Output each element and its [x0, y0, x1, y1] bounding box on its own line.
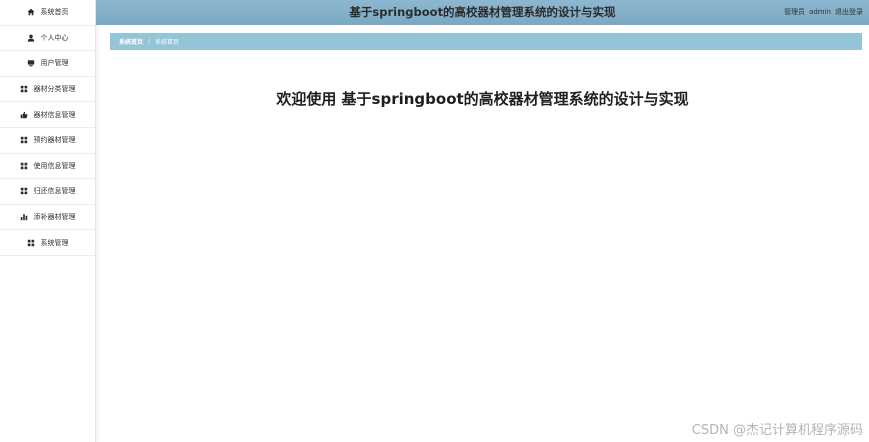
sidebar-item-equipment-info[interactable]: 器材信息管理: [0, 102, 95, 128]
grid-icon: [20, 136, 29, 145]
home-icon: [27, 8, 36, 17]
sidebar-item-home[interactable]: 系统首页: [0, 0, 95, 26]
welcome-heading: 欢迎使用 基于springboot的高校器材管理系统的设计与实现: [276, 90, 689, 108]
breadcrumb-home-link[interactable]: 系统首页: [119, 37, 143, 46]
thumbs-up-icon: [20, 110, 29, 119]
sidebar-item-equipment-category[interactable]: 器材分类管理: [0, 77, 95, 103]
sidebar-item-label: 预约器材管理: [33, 136, 76, 145]
username: admin: [809, 8, 831, 16]
grid-icon: [27, 238, 36, 247]
sidebar: 系统首页 个人中心 用户管理 器材分类管理 器材信息管理 预约器材管理 使用信息…: [0, 0, 96, 442]
bar-chart-icon: [20, 213, 29, 222]
grid-icon: [20, 187, 29, 196]
user-icon: [27, 33, 36, 42]
sidebar-item-label: 添补器材管理: [33, 213, 76, 222]
sidebar-item-label: 个人中心: [40, 33, 69, 42]
sidebar-item-label: 器材分类管理: [33, 85, 76, 94]
sidebar-item-usage[interactable]: 使用信息管理: [0, 154, 95, 180]
app-root: 系统首页 个人中心 用户管理 器材分类管理 器材信息管理 预约器材管理 使用信息…: [0, 0, 869, 442]
monitor-icon: [27, 59, 36, 68]
sidebar-item-label: 系统管理: [40, 238, 69, 247]
logout-link[interactable]: 退出登录: [835, 8, 863, 16]
sidebar-item-label: 使用信息管理: [33, 161, 76, 170]
sidebar-item-users[interactable]: 用户管理: [0, 51, 95, 77]
sidebar-item-replenish[interactable]: 添补器材管理: [0, 205, 95, 231]
breadcrumb-separator: /: [148, 38, 151, 45]
sidebar-item-label: 系统首页: [40, 8, 69, 17]
sidebar-item-label: 器材信息管理: [33, 110, 76, 119]
watermark: CSDN @杰记计算机程序源码: [691, 423, 863, 438]
breadcrumb-current: 系统首页: [155, 39, 180, 46]
sidebar-item-system[interactable]: 系统管理: [0, 230, 95, 256]
grid-icon: [20, 85, 29, 94]
grid-icon: [20, 161, 29, 170]
top-header: 基于springboot的高校器材管理系统的设计与实现 管理员 admin 退出登录: [96, 0, 869, 25]
sidebar-item-label: 归还信息管理: [33, 187, 76, 196]
sidebar-item-label: 用户管理: [40, 59, 69, 68]
sidebar-item-profile[interactable]: 个人中心: [0, 26, 95, 52]
role-label: 管理员: [784, 8, 806, 16]
breadcrumb: 系统首页 / 系统首页: [110, 33, 862, 50]
page-title: 基于springboot的高校器材管理系统的设计与实现: [349, 5, 616, 19]
user-info: 管理员 admin 退出登录: [780, 0, 863, 25]
sidebar-item-return[interactable]: 归还信息管理: [0, 179, 95, 205]
sidebar-item-reservation[interactable]: 预约器材管理: [0, 128, 95, 154]
